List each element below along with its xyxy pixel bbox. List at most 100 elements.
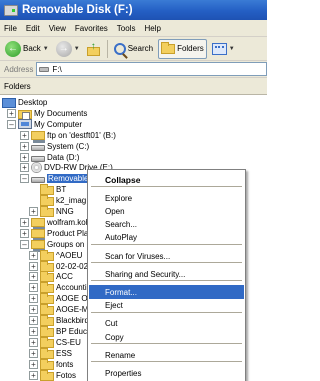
tree-item-label: Data (D:) <box>47 152 80 162</box>
drive-icon <box>39 66 50 72</box>
expand-icon[interactable]: + <box>29 207 38 216</box>
tree-item-label: fonts <box>56 359 74 369</box>
tree-item-label: wolfram.koh <box>47 217 91 227</box>
menu-item-collapse[interactable]: Collapse <box>89 173 244 187</box>
views-button[interactable]: ▼ <box>210 39 237 59</box>
tree-item-fotos[interactable]: + Fotos <box>29 369 76 381</box>
toolbar-separator <box>106 39 108 58</box>
context-menu: Collapse Explore Open Search... AutoPlay… <box>87 169 246 381</box>
forward-button[interactable]: → ▼ <box>54 39 82 59</box>
address-bar: Address F:\ <box>0 61 267 78</box>
search-icon <box>113 42 126 55</box>
menu-separator <box>91 280 242 282</box>
menu-item-sharing-security[interactable]: Sharing and Security... <box>89 267 244 281</box>
tree-item-label: ACC <box>56 272 73 282</box>
menu-bar: File Edit View Favorites Tools Help <box>0 20 267 37</box>
menu-separator <box>91 262 242 264</box>
back-arrow-icon: ← <box>5 40 21 57</box>
expand-icon[interactable]: + <box>29 272 38 282</box>
forward-arrow-icon: → <box>55 40 72 57</box>
expand-icon[interactable]: + <box>29 261 38 271</box>
menu-item-open[interactable]: Open <box>89 204 244 218</box>
chevron-down-icon[interactable]: ▼ <box>229 46 235 52</box>
back-label: Back <box>23 44 41 53</box>
menu-separator <box>91 343 242 345</box>
tree-item-label: System (C:) <box>47 141 90 151</box>
collapse-icon[interactable]: – <box>20 239 29 249</box>
search-button[interactable]: Search <box>112 39 155 59</box>
up-button[interactable]: ↑ <box>85 39 103 59</box>
menu-item-cut[interactable]: Cut <box>89 317 244 331</box>
chevron-down-icon[interactable]: ▼ <box>74 46 80 52</box>
menu-item-properties[interactable]: Properties <box>89 366 244 380</box>
menu-file[interactable]: File <box>4 24 17 33</box>
collapse-icon[interactable]: – <box>20 174 29 184</box>
expand-icon[interactable]: + <box>29 294 38 304</box>
menu-edit[interactable]: Edit <box>26 24 40 33</box>
expand-icon[interactable]: + <box>20 163 29 173</box>
menu-separator <box>91 361 242 363</box>
tree-item-label: My Documents <box>34 108 88 118</box>
menu-item-explore[interactable]: Explore <box>89 191 244 205</box>
collapse-icon[interactable]: – <box>7 119 16 129</box>
menu-separator <box>91 186 242 188</box>
tree-item-label: ESS <box>56 348 73 358</box>
expand-icon[interactable]: + <box>29 305 38 315</box>
chevron-down-icon[interactable]: ▼ <box>43 46 49 52</box>
expand-icon[interactable]: + <box>29 348 38 358</box>
address-label: Address <box>4 64 34 74</box>
tree-item-label: 02-02-02 <box>56 261 89 271</box>
expand-icon[interactable]: + <box>7 108 16 118</box>
window-title: Removable Disk (F:) <box>22 4 133 16</box>
folder-icon <box>40 369 54 381</box>
address-value: F:\ <box>52 64 62 74</box>
tree-item-label: Groups on 'i <box>47 239 90 249</box>
folders-label: Folders <box>177 44 204 53</box>
menu-view[interactable]: View <box>49 24 66 33</box>
menu-item-scan-viruses[interactable]: Scan for Viruses... <box>89 249 244 263</box>
expand-icon[interactable]: + <box>29 337 38 347</box>
views-icon <box>211 42 227 55</box>
menu-separator <box>91 311 242 313</box>
expand-icon[interactable]: + <box>20 152 29 162</box>
tree-item-label: ^AOEU <box>56 250 83 260</box>
back-button[interactable]: ← Back ▼ <box>3 39 51 59</box>
expand-icon[interactable]: + <box>29 316 38 325</box>
expand-icon[interactable]: + <box>20 141 29 151</box>
menu-separator <box>91 244 242 245</box>
expand-icon[interactable]: + <box>29 283 38 293</box>
expand-icon[interactable]: + <box>20 130 29 140</box>
tree-item-label: Fotos <box>56 370 77 380</box>
tree-item-label: NNG <box>56 207 74 216</box>
toolbar: ← Back ▼ → ▼ ↑ Search Folders ▼ <box>0 37 267 61</box>
menu-item-rename[interactable]: Rename <box>89 348 244 362</box>
menu-item-copy[interactable]: Copy <box>89 330 244 344</box>
menu-item-eject[interactable]: Eject <box>89 299 244 313</box>
tree-item-label: Accounti <box>56 283 87 293</box>
folders-button[interactable]: Folders <box>158 38 207 59</box>
menu-item-format[interactable]: Format... <box>89 285 244 300</box>
menu-item-autoplay[interactable]: AutoPlay <box>89 231 244 245</box>
expand-icon[interactable]: + <box>20 228 29 238</box>
tree-item-label: AOGE-MI <box>56 305 91 315</box>
folders-pane-title: Folders <box>4 81 31 91</box>
folders-pane-header: Folders <box>0 78 267 95</box>
expand-icon[interactable]: + <box>29 359 38 369</box>
expand-icon[interactable]: + <box>29 370 38 380</box>
menu-item-search[interactable]: Search... <box>89 218 244 232</box>
menu-favorites[interactable]: Favorites <box>75 24 108 33</box>
expand-icon[interactable]: + <box>20 217 29 227</box>
tree-item-label: Blackbird <box>56 316 89 325</box>
expand-icon[interactable]: + <box>29 326 38 336</box>
address-input[interactable]: F:\ <box>36 62 267 76</box>
menu-help[interactable]: Help <box>144 24 160 33</box>
tree-item-label: ftp on 'destft01' (B:) <box>47 130 116 140</box>
expand-icon[interactable]: + <box>29 250 38 260</box>
tree-item-label: k2_imag <box>56 196 87 206</box>
tree-item-label: Desktop <box>18 98 48 107</box>
folder-up-icon: ↑ <box>86 41 101 56</box>
folders-icon <box>161 41 176 54</box>
search-label: Search <box>127 44 154 53</box>
tree-item-label: CS-EU <box>56 337 81 347</box>
menu-tools[interactable]: Tools <box>117 24 136 33</box>
